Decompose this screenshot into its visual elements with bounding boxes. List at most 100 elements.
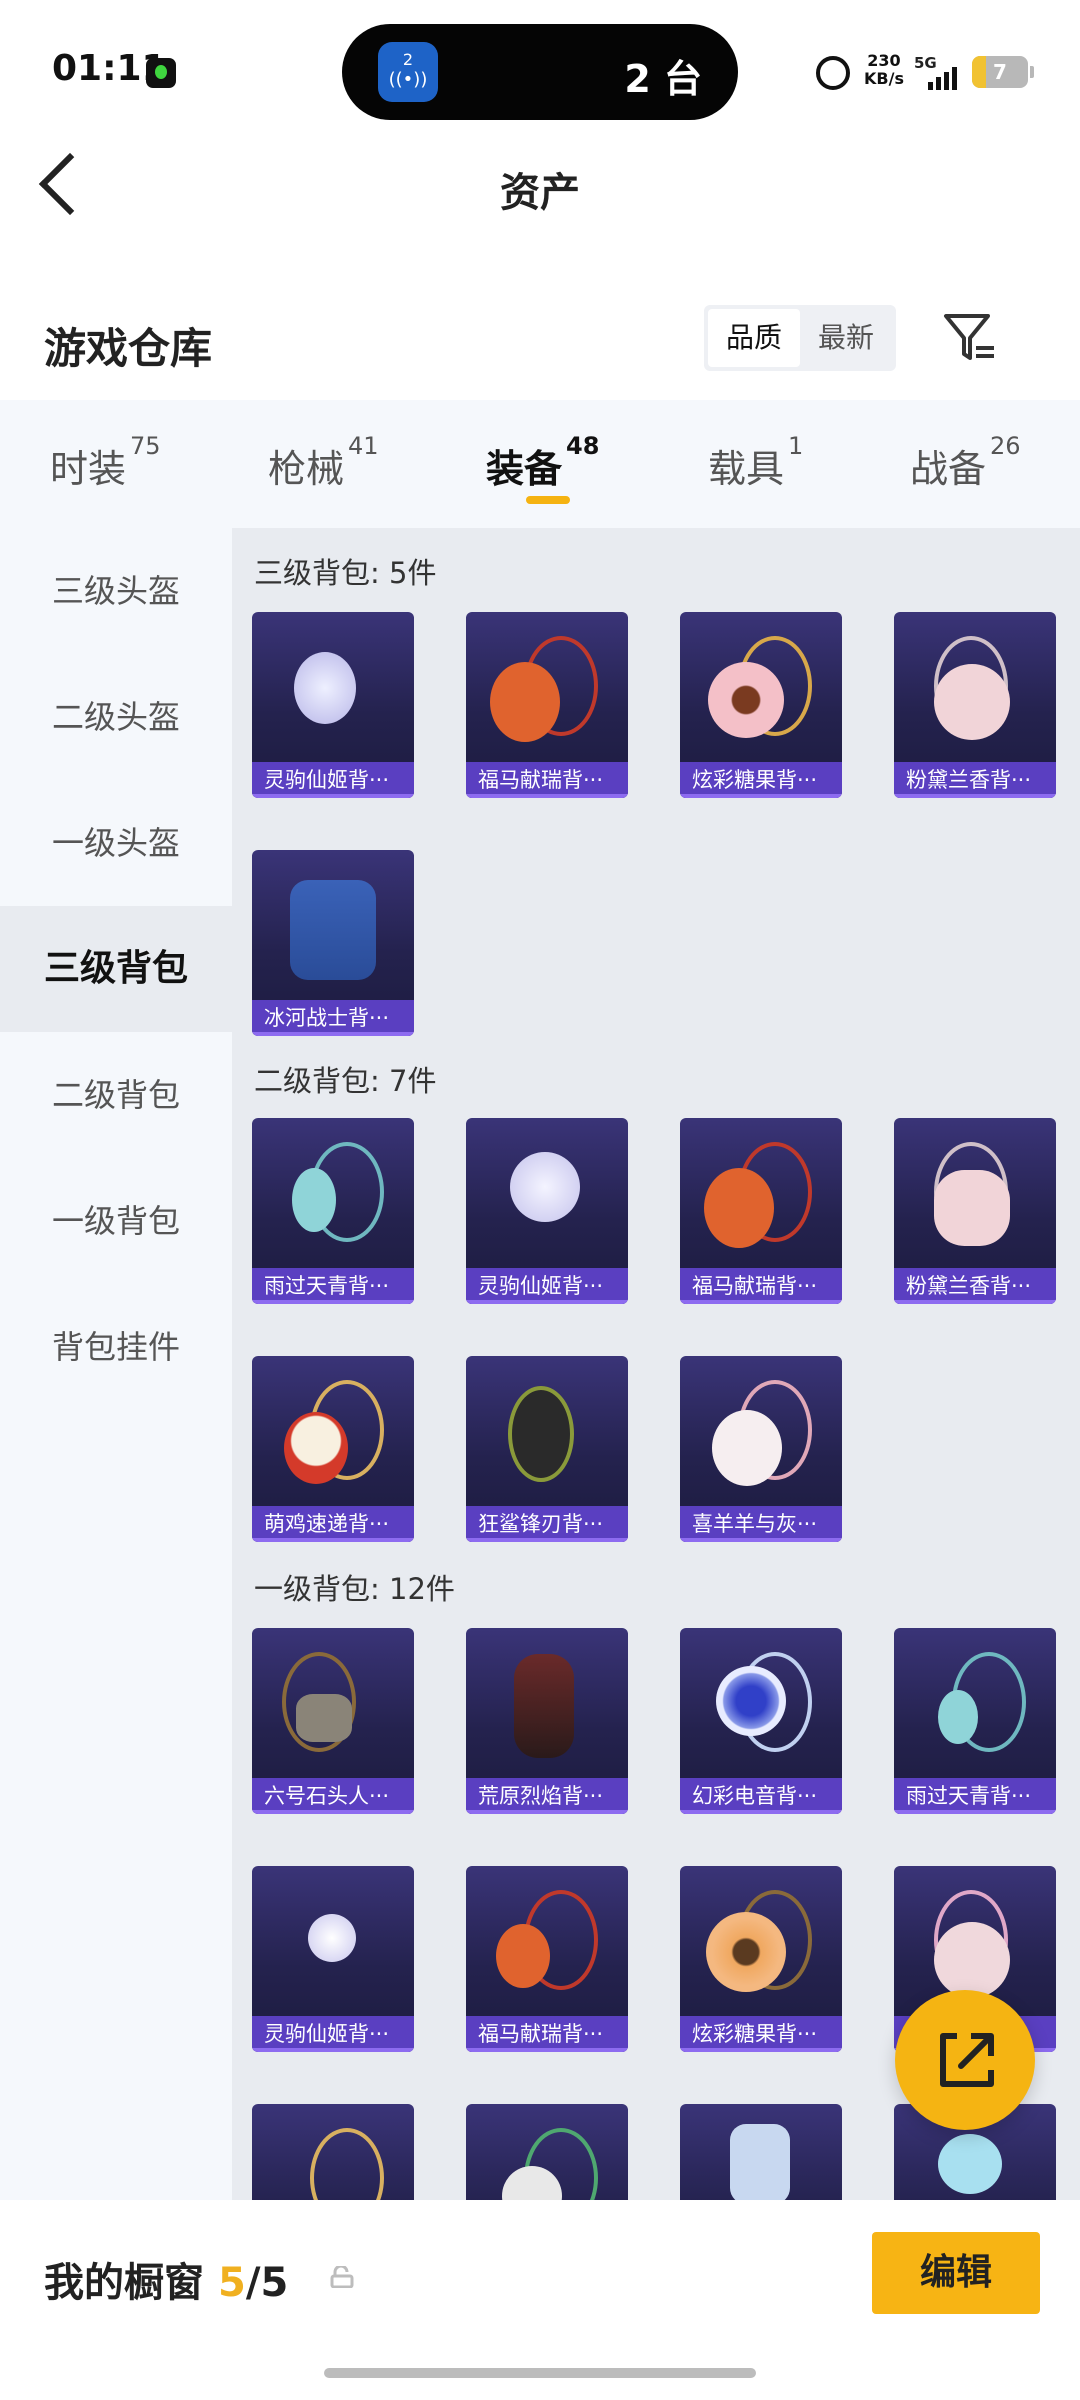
- backpack-image: [496, 1924, 550, 1988]
- sort-option-newest[interactable]: 最新: [800, 309, 892, 367]
- tab-equipment[interactable]: 装备48: [486, 432, 599, 493]
- item-card[interactable]: 喜羊羊与灰···: [680, 1356, 842, 1542]
- item-card[interactable]: 灵驹仙姬背···: [466, 1118, 628, 1304]
- item-card[interactable]: 雨过天青背···: [894, 1628, 1056, 1814]
- backpack-image: [510, 1152, 580, 1222]
- item-card[interactable]: 萌鸡速递背···: [252, 1356, 414, 1542]
- item-card[interactable]: 粉黛兰香背···: [894, 1118, 1056, 1304]
- showcase-total: /5: [245, 2260, 289, 2306]
- tab-label: 装备: [486, 447, 563, 491]
- tab-supplies[interactable]: 战备26: [910, 432, 1021, 493]
- island-badge: 2: [402, 50, 414, 69]
- backpack-image: [934, 1170, 1010, 1246]
- tab-count: 48: [566, 432, 600, 460]
- showcase-title: 我的橱窗: [44, 2260, 204, 2306]
- item-name: 粉黛兰香背···: [894, 762, 1056, 798]
- item-name: 灵驹仙姬背···: [252, 2016, 414, 2052]
- status-bar: 01:11 2 ((•)) 2 台 230 KB/s 5G 7: [0, 0, 1080, 140]
- item-card[interactable]: 灵驹仙姬背···: [252, 1866, 414, 2052]
- tab-fashion[interactable]: 时装75: [50, 432, 161, 493]
- item-name: 萌鸡速递背···: [252, 1506, 414, 1542]
- sort-option-quality[interactable]: 品质: [708, 309, 800, 367]
- item-card[interactable]: 炫彩糖果背···: [680, 612, 842, 798]
- backpack-image: [490, 662, 560, 742]
- item-card[interactable]: 灵驹仙姬背···: [252, 612, 414, 798]
- backpack-image: [706, 1912, 786, 1992]
- item-card[interactable]: 炫彩糖果背···: [680, 1866, 842, 2052]
- share-icon: [940, 2033, 994, 2087]
- sidebar-item-backpack-charms[interactable]: 背包挂件: [0, 1284, 232, 1410]
- tab-label: 战备: [910, 447, 987, 491]
- sidebar-item-lv1-helmet[interactable]: 一级头盔: [0, 780, 232, 906]
- net-speed: 230 KB/s: [864, 52, 904, 88]
- backpack-image: [292, 1168, 336, 1232]
- item-name: 灵驹仙姬背···: [252, 762, 414, 798]
- item-card[interactable]: 雨过天青背···: [252, 1118, 414, 1304]
- signal-icon: 5G: [914, 54, 964, 92]
- tab-guns[interactable]: 枪械41: [268, 432, 379, 493]
- backpack-image: [716, 1666, 786, 1736]
- share-button[interactable]: [895, 1990, 1035, 2130]
- sidebar-item-lv2-helmet[interactable]: 二级头盔: [0, 654, 232, 780]
- item-name: 幻彩电音背···: [680, 1778, 842, 1814]
- page-title: 资产: [500, 170, 580, 216]
- item-name: 灵驹仙姬背···: [466, 1268, 628, 1304]
- item-name: 福马献瑞背···: [466, 2016, 628, 2052]
- sort-toggle: 品质 最新: [704, 305, 896, 371]
- edit-button[interactable]: 编辑: [872, 2232, 1040, 2314]
- item-card[interactable]: 荒原烈焰背···: [466, 1628, 628, 1814]
- item-name: 福马献瑞背···: [680, 1268, 842, 1304]
- net-speed-unit: KB/s: [864, 69, 904, 88]
- backpack-image: [938, 1690, 978, 1744]
- backpack-strap: [310, 2128, 384, 2200]
- item-name: 雨过天青背···: [894, 1778, 1056, 1814]
- backpack-image: [284, 1412, 348, 1484]
- island-device-count: 2 台: [624, 57, 702, 101]
- backpack-image: [938, 2134, 1002, 2194]
- sidebar-item-lv2-backpack[interactable]: 二级背包: [0, 1032, 232, 1158]
- item-card[interactable]: [680, 2104, 842, 2200]
- home-indicator[interactable]: [324, 2368, 756, 2378]
- backpack-image: [514, 1654, 574, 1758]
- tab-count: 1: [788, 432, 804, 460]
- battery-level: 7: [993, 60, 1007, 84]
- backpack-image: [294, 652, 356, 724]
- group-title-lv2: 二级背包: 7件: [254, 1064, 437, 1098]
- bottom-bar: 我的橱窗 5/5 编辑: [0, 2200, 1080, 2400]
- item-name: 炫彩糖果背···: [680, 2016, 842, 2052]
- item-card[interactable]: [252, 2104, 414, 2200]
- backpack-image: [934, 1922, 1010, 1998]
- backpack-image: [308, 1914, 356, 1962]
- item-card[interactable]: 粉黛兰香背···: [894, 612, 1056, 798]
- active-tab-indicator: [526, 496, 570, 504]
- tab-vehicles[interactable]: 载具1: [708, 432, 803, 493]
- sidebar-item-lv3-helmet[interactable]: 三级头盔: [0, 528, 232, 654]
- backpack-image: [934, 664, 1010, 740]
- tab-count: 75: [130, 432, 161, 460]
- item-name: 粉黛兰香背···: [894, 1268, 1056, 1304]
- item-card[interactable]: 福马献瑞背···: [466, 612, 628, 798]
- item-card[interactable]: 六号石头人···: [252, 1628, 414, 1814]
- backpack-image: [290, 880, 376, 980]
- backpack-image: [508, 1386, 574, 1482]
- backpack-image: [708, 662, 784, 738]
- item-card[interactable]: 福马献瑞背···: [466, 1866, 628, 2052]
- group-title-lv1: 一级背包: 12件: [254, 1572, 455, 1606]
- item-card[interactable]: 狂鲨锋刃背···: [466, 1356, 628, 1542]
- broadcast-icon: 2 ((•)): [378, 42, 438, 102]
- net-speed-value: 230: [867, 51, 901, 70]
- sidebar-item-lv3-backpack[interactable]: 三级背包: [0, 906, 232, 1032]
- item-card[interactable]: [466, 2104, 628, 2200]
- tab-label: 枪械: [268, 447, 345, 491]
- backpack-image: [704, 1168, 774, 1248]
- subcategory-sidebar: 三级头盔 二级头盔 一级头盔 三级背包 二级背包 一级背包 背包挂件: [0, 528, 232, 2200]
- item-card[interactable]: 福马献瑞背···: [680, 1118, 842, 1304]
- backpack-image: [730, 2124, 790, 2200]
- filter-icon[interactable]: [940, 308, 1000, 368]
- tab-label: 时装: [50, 447, 127, 491]
- item-card[interactable]: 幻彩电音背···: [680, 1628, 842, 1814]
- sidebar-item-lv1-backpack[interactable]: 一级背包: [0, 1158, 232, 1284]
- dynamic-island[interactable]: 2 ((•)) 2 台: [342, 24, 738, 120]
- item-card[interactable]: 冰河战士背···: [252, 850, 414, 1036]
- item-name: 狂鲨锋刃背···: [466, 1506, 628, 1542]
